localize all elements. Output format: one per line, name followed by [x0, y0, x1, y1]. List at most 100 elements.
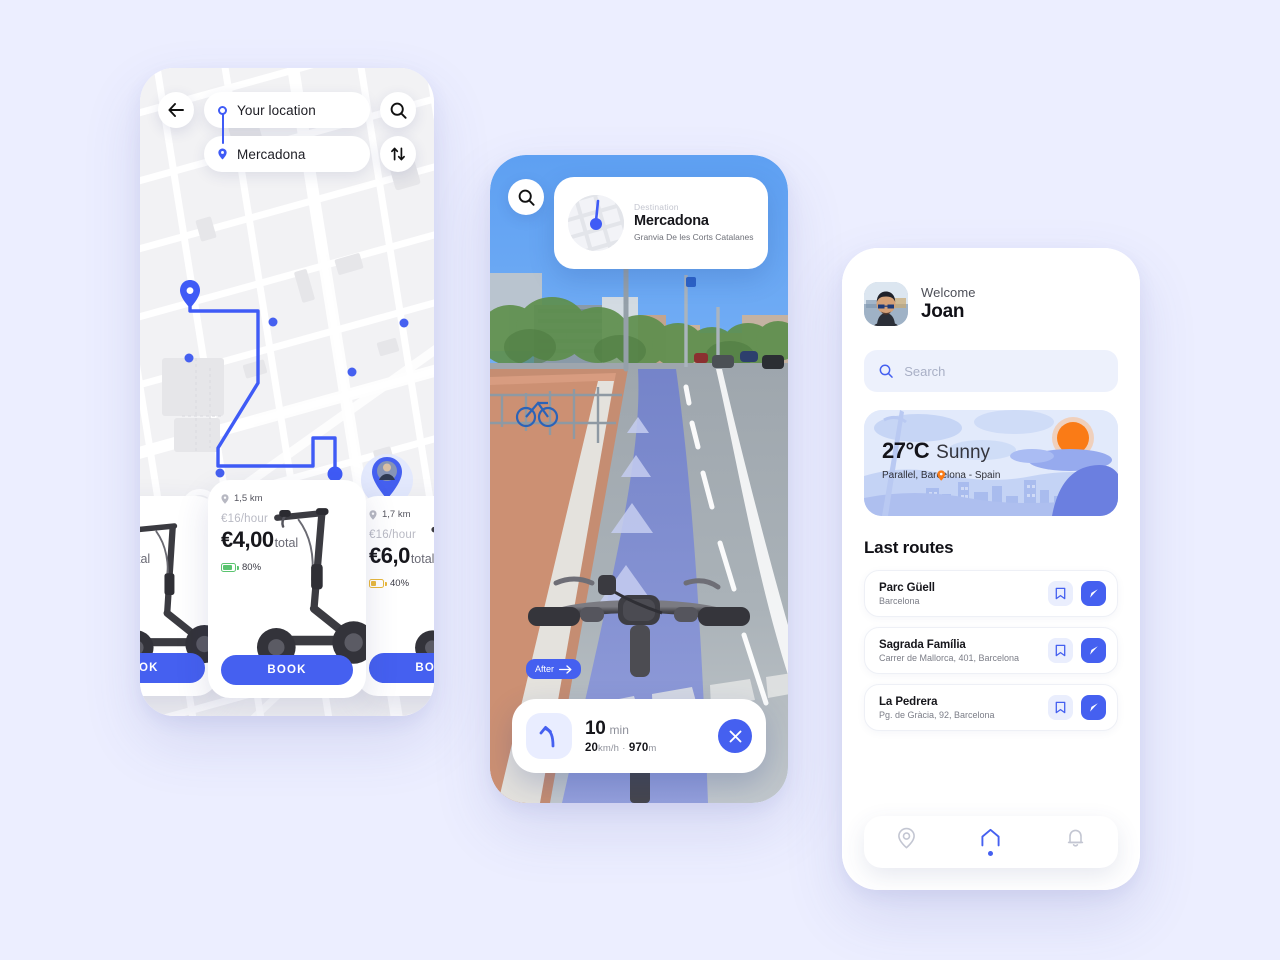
route-list-item[interactable]: La Pedrera Pg. de Gràcia, 92, Barcelona	[864, 684, 1118, 731]
scooter-carousel[interactable]: 1,2 km €16/hour €3,00 total 95%	[140, 474, 434, 710]
map-pin-icon	[221, 493, 229, 504]
tab-location[interactable]	[878, 827, 934, 858]
origin-field[interactable]: Your location	[204, 92, 370, 128]
map-pin-icon	[218, 148, 227, 160]
location-pin-icon	[897, 827, 915, 849]
scooter-battery-level: 80%	[242, 562, 262, 573]
scooter-price-row: €6,0 total	[369, 543, 434, 569]
map-top-bar: Your location Mercadona	[158, 92, 416, 172]
book-button[interactable]: BOOK	[221, 655, 353, 685]
navigate-icon	[1090, 703, 1098, 712]
bookmark-icon	[1055, 587, 1066, 600]
navigate-button[interactable]	[1081, 581, 1106, 606]
search-bar[interactable]	[864, 350, 1118, 392]
map-side-buttons	[380, 92, 416, 172]
distance-value: 970	[628, 742, 649, 754]
phone-map-screen: Your location Mercadona al OK 1,7 km €16…	[140, 68, 434, 716]
scooter-distance-row: 1,2 km	[140, 509, 205, 520]
route-list-item[interactable]: Parc Güell Barcelona	[864, 570, 1118, 617]
navigate-icon	[1090, 646, 1098, 655]
route-name: Sagrada Família	[879, 638, 966, 651]
destination-label: Destination	[634, 202, 679, 213]
mockup-stage: Your location Mercadona al OK 1,7 km €16…	[0, 0, 1280, 960]
scooter-price-suffix: total	[140, 552, 151, 566]
scooter-distance-row: 1,5 km	[221, 493, 353, 504]
navigate-button[interactable]	[1081, 695, 1106, 720]
destination-info: Destination Mercadona Granvia De les Cor…	[634, 202, 754, 243]
map-pin-icon	[369, 509, 377, 520]
navigate-icon	[1090, 589, 1098, 598]
scooter-battery-level: 40%	[390, 578, 410, 589]
welcome-header: Welcome Joan	[864, 282, 1118, 326]
swap-vertical-icon	[391, 147, 405, 161]
route-address: Carrer de Mallorca, 401, Barcelona	[879, 652, 1020, 663]
scooter-distance: 1,7 km	[382, 509, 411, 520]
scooter-card[interactable]: 1,7 km €16/hour €6,0 total 40% BO	[356, 496, 434, 696]
route-address: Pg. de Gràcia, 92, Barcelona	[879, 709, 995, 720]
scooter-price-suffix: total	[274, 536, 299, 550]
route-text: La Pedrera Pg. de Gràcia, 92, Barcelona	[879, 696, 1040, 720]
arrow-right-icon	[559, 664, 572, 674]
scooter-battery: 80%	[221, 562, 353, 573]
home-icon	[981, 828, 1001, 847]
battery-icon	[369, 579, 387, 588]
destination-card[interactable]: Destination Mercadona Granvia De les Cor…	[554, 177, 768, 269]
field-connector	[222, 114, 224, 144]
arrow-left-icon	[168, 103, 184, 117]
ar-search-button[interactable]	[508, 179, 544, 215]
scooter-rate: €16/hour	[369, 529, 416, 541]
bottom-tab-bar	[864, 816, 1118, 868]
route-list-item[interactable]: Sagrada Família Carrer de Mallorca, 401,…	[864, 627, 1118, 674]
scooter-distance: 1,5 km	[234, 493, 263, 504]
destination-value: Mercadona	[237, 146, 306, 162]
welcome-text: Welcome Joan	[921, 285, 976, 323]
destination-address: Granvia De les Corts Catalanes	[634, 232, 754, 243]
scooter-card[interactable]: 1,2 km €16/hour €3,00 total 95%	[140, 496, 218, 696]
route-text: Parc Güell Barcelona	[879, 582, 1040, 606]
destination-map-thumbnail	[568, 195, 624, 251]
speed-distance-row: 20km/h · 970m	[585, 742, 705, 754]
weather-temperature: 27°C	[882, 438, 930, 463]
weather-condition: Sunny	[936, 442, 991, 463]
turn-direction	[526, 713, 572, 759]
eta-row: 10 min	[585, 718, 705, 740]
map-search-button[interactable]	[380, 92, 416, 128]
book-button[interactable]: BOOK	[140, 653, 205, 683]
tab-home[interactable]	[963, 828, 1019, 856]
bookmark-button[interactable]	[1048, 581, 1073, 606]
scooter-rate: €16/hour	[221, 513, 268, 525]
battery-icon	[221, 563, 239, 572]
scooter-card-selected[interactable]: 1,5 km €16/hour €4,00 total 80% BOOK	[208, 480, 366, 698]
after-label: After	[535, 664, 555, 674]
scooter-distance-row: 1,7 km	[369, 509, 434, 520]
scooter-price-row: €4,00 total	[221, 527, 353, 553]
scooter-rate: €16/hour	[140, 529, 205, 541]
scooter-battery: 40%	[369, 578, 434, 589]
weather-card[interactable]: 27°C Sunny Parallel, Barcelona - Spain	[864, 410, 1118, 516]
book-button[interactable]: BOOK	[369, 653, 434, 683]
search-icon	[518, 189, 535, 206]
metric-separator: ·	[622, 743, 626, 754]
phone-ar-navigation-screen: Destination Mercadona Granvia De les Cor…	[490, 155, 788, 803]
bookmark-button[interactable]	[1048, 638, 1073, 663]
eta-value: 10	[585, 718, 606, 739]
navigate-button[interactable]	[1081, 638, 1106, 663]
search-input[interactable]	[904, 363, 1103, 379]
scooter-price: €6,0	[369, 543, 410, 568]
home-content: Welcome Joan Search 27°C Sunny Parallel,…	[842, 248, 1140, 890]
tab-notifications[interactable]	[1048, 827, 1104, 857]
origin-value: Your location	[237, 102, 316, 118]
distance-unit: m	[648, 743, 657, 754]
location-pin-icon	[937, 470, 946, 481]
scooter-price-row: €3,00 total	[140, 543, 205, 569]
after-badge[interactable]: After	[526, 659, 582, 679]
destination-field[interactable]: Mercadona	[204, 136, 370, 172]
turn-left-icon	[539, 726, 555, 748]
back-button[interactable]	[158, 92, 194, 128]
bookmark-button[interactable]	[1048, 695, 1073, 720]
avatar[interactable]	[864, 282, 908, 326]
eta-unit: min	[609, 723, 629, 737]
weather-location-row: Parallel, Barcelona - Spain	[882, 470, 1000, 481]
swap-route-button[interactable]	[380, 136, 416, 172]
end-navigation-button[interactable]	[718, 719, 752, 753]
